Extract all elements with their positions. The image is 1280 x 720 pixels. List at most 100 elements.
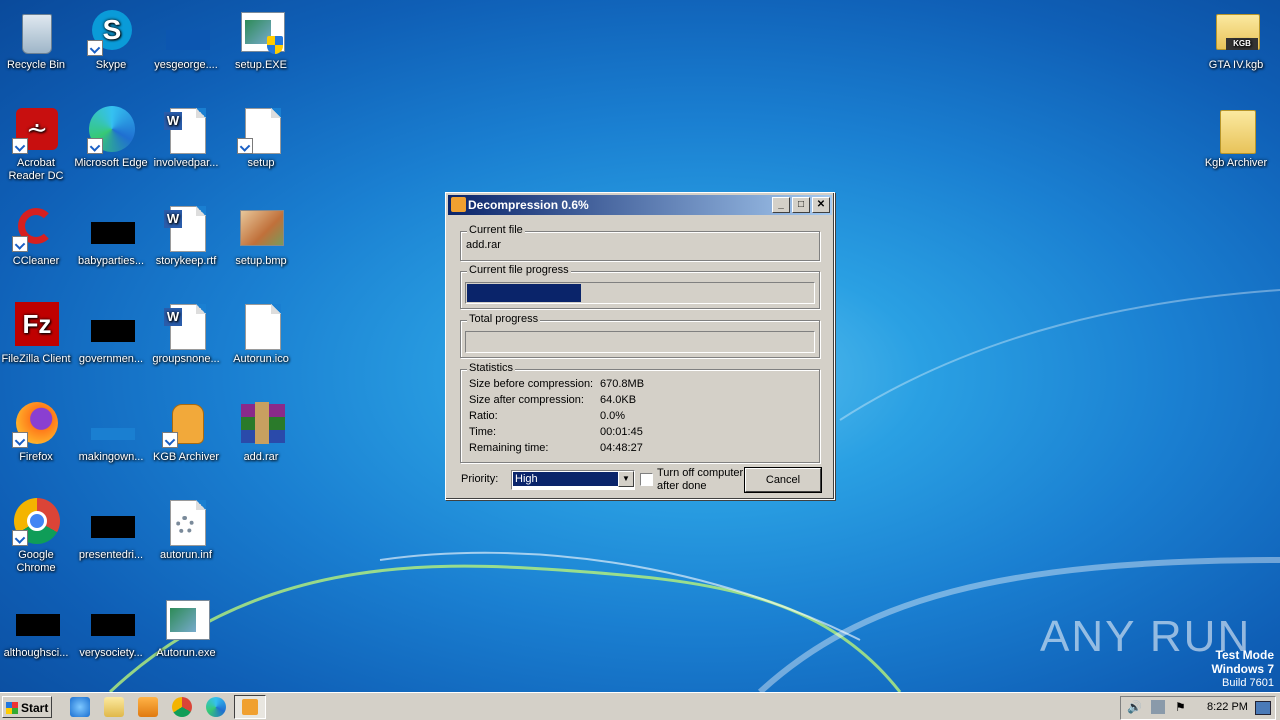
desktop-icon-ccleaner[interactable]: CCleaner bbox=[0, 204, 74, 268]
stat-value: 04:48:27 bbox=[600, 442, 643, 454]
shutdown-label-line1: Turn off computer bbox=[657, 467, 744, 479]
desktop-icon-babyparties[interactable]: babyparties... bbox=[73, 204, 149, 268]
image-file-icon bbox=[237, 204, 285, 252]
desktop-icon-gta-kgb[interactable]: KGB GTA IV.kgb bbox=[1198, 8, 1274, 72]
system-tray: 🔊 ⚑ 8:22 PM bbox=[1120, 696, 1276, 720]
file-icon bbox=[87, 400, 135, 448]
desktop-icon-chrome[interactable]: Google Chrome bbox=[0, 498, 74, 575]
desktop-icon-acrobat[interactable]: ⩪ Acrobat Reader DC bbox=[0, 106, 74, 183]
desktop-icon-kgb-archiver-folder[interactable]: Kgb Archiver bbox=[1198, 106, 1274, 170]
desktop-icon-label: makingown... bbox=[78, 451, 144, 463]
file-icon bbox=[12, 596, 60, 644]
priority-select[interactable]: High ▼ bbox=[511, 470, 635, 490]
kgb-taskbar-button[interactable] bbox=[234, 695, 266, 719]
current-file-label: Current file bbox=[467, 224, 525, 236]
desktop-icon-storykeep[interactable]: W storykeep.rtf bbox=[148, 204, 224, 268]
show-desktop-icon[interactable] bbox=[1255, 701, 1271, 715]
desktop-icon-althoughsci[interactable]: althoughsci... bbox=[0, 596, 74, 660]
dialog-titlebar[interactable]: Decompression 0.6% _ □ ✕ bbox=[448, 195, 832, 215]
desktop-icon-kgb-archiver-shortcut[interactable]: KGB Archiver bbox=[148, 400, 224, 464]
desktop-icon-add-rar[interactable]: add.rar bbox=[223, 400, 299, 464]
desktop-icon-label: Recycle Bin bbox=[6, 59, 66, 71]
folder-icon bbox=[1212, 106, 1260, 154]
desktop-icon-label: Microsoft Edge bbox=[74, 157, 148, 169]
kgb-folder-icon: KGB bbox=[1212, 8, 1260, 56]
desktop-icon-governmen[interactable]: governmen... bbox=[73, 302, 149, 366]
action-center-flag-icon[interactable]: ⚑ bbox=[1175, 700, 1186, 714]
desktop-icon-setup[interactable]: setup bbox=[223, 106, 299, 170]
desktop-icon-involvedpar[interactable]: W involvedpar... bbox=[148, 106, 224, 170]
decompression-dialog: Decompression 0.6% _ □ ✕ Current file ad… bbox=[445, 192, 835, 500]
thumbs-up-icon bbox=[162, 400, 210, 448]
shutdown-label-line2: after done bbox=[657, 480, 707, 492]
desktop-icon-label: setup.bmp bbox=[235, 255, 287, 267]
desktop-icon-skype[interactable]: S Skype bbox=[73, 8, 149, 72]
desktop-icon-label: GTA IV.kgb bbox=[1208, 59, 1264, 71]
dialog-title: Decompression 0.6% bbox=[468, 198, 589, 212]
desktop-icon-presentedri[interactable]: presentedri... bbox=[73, 498, 149, 562]
current-file-group: Current file add.rar bbox=[460, 224, 820, 261]
start-button[interactable]: Start bbox=[2, 696, 52, 718]
chevron-down-icon[interactable]: ▼ bbox=[618, 471, 634, 487]
file-explorer-icon[interactable] bbox=[104, 697, 124, 717]
file-icon bbox=[87, 204, 135, 252]
file-icon bbox=[87, 596, 135, 644]
stat-value: 0.0% bbox=[600, 410, 626, 422]
desktop-icon-setup-exe[interactable]: setup.EXE bbox=[223, 8, 299, 72]
volume-icon[interactable]: 🔊 bbox=[1127, 700, 1142, 714]
word-document-icon: W bbox=[162, 204, 210, 252]
current-progress-fill bbox=[467, 284, 581, 302]
start-label: Start bbox=[21, 701, 49, 715]
kgb-app-icon bbox=[451, 197, 466, 212]
os-label: Windows 7 bbox=[1211, 662, 1274, 676]
chrome-icon bbox=[12, 498, 60, 546]
desktop-icon-label: Skype bbox=[95, 59, 127, 71]
kgb-app-icon bbox=[242, 699, 258, 715]
desktop-icon-recycle-bin[interactable]: Recycle Bin bbox=[0, 8, 74, 72]
maximize-button[interactable]: □ bbox=[792, 197, 810, 213]
desktop-icon-autorun-ico[interactable]: Autorun.ico bbox=[223, 302, 299, 366]
current-file-progress-bar bbox=[465, 282, 815, 304]
desktop-icon-autorun-inf[interactable]: autorun.inf bbox=[148, 498, 224, 562]
stat-label: Size after compression: bbox=[469, 394, 584, 406]
desktop-icon-label: governmen... bbox=[78, 353, 144, 365]
shutdown-checkbox[interactable] bbox=[640, 473, 653, 486]
network-icon[interactable] bbox=[1151, 700, 1165, 714]
shutdown-label: Turn off computer after done bbox=[657, 467, 743, 493]
clock[interactable]: 8:22 PM bbox=[1207, 701, 1248, 713]
close-button[interactable]: ✕ bbox=[812, 197, 830, 213]
skype-icon: S bbox=[87, 8, 135, 56]
edge-taskbar-icon[interactable] bbox=[206, 697, 226, 717]
total-progress-bar bbox=[465, 331, 815, 353]
cancel-button[interactable]: Cancel bbox=[745, 468, 821, 492]
application-window-icon bbox=[162, 596, 210, 644]
desktop-icon-autorun-exe[interactable]: Autorun.exe bbox=[148, 596, 224, 660]
recycle-bin-icon bbox=[12, 8, 60, 56]
chrome-taskbar-icon[interactable] bbox=[172, 697, 192, 717]
media-player-icon[interactable] bbox=[138, 697, 158, 717]
minimize-button[interactable]: _ bbox=[772, 197, 790, 213]
desktop-icon-label: add.rar bbox=[243, 451, 279, 463]
stat-value: 64.0KB bbox=[600, 394, 637, 406]
desktop-icon-label: KGB Archiver bbox=[152, 451, 220, 463]
desktop-icon-makingown[interactable]: makingown... bbox=[73, 400, 149, 464]
firefox-icon bbox=[12, 400, 60, 448]
desktop-icon-firefox[interactable]: Firefox bbox=[0, 400, 74, 464]
desktop-icon-groupsnone[interactable]: W groupsnone... bbox=[148, 302, 224, 366]
desktop-icon-setup-bmp[interactable]: setup.bmp bbox=[223, 204, 299, 268]
desktop-icon-filezilla[interactable]: Fz FileZilla Client bbox=[0, 302, 74, 366]
stat-label: Remaining time: bbox=[469, 442, 549, 454]
internet-explorer-icon[interactable] bbox=[70, 697, 90, 717]
desktop-icon-label: groupsnone... bbox=[152, 353, 220, 365]
desktop-icon-edge[interactable]: Microsoft Edge bbox=[73, 106, 149, 170]
stat-label: Size before compression: bbox=[469, 378, 594, 390]
current-file-progress-group: Current file progress bbox=[460, 264, 820, 309]
statistics-label: Statistics bbox=[467, 362, 516, 374]
desktop-icon-yesgeorge[interactable]: yesgeorge.... bbox=[148, 8, 224, 72]
ccleaner-icon bbox=[12, 204, 60, 252]
settings-file-icon bbox=[162, 498, 210, 546]
desktop-icon-verysociety[interactable]: verysociety... bbox=[73, 596, 149, 660]
desktop-icon-label: setup.EXE bbox=[235, 59, 287, 71]
desktop-icon-label: autorun.inf bbox=[160, 549, 212, 561]
desktop-icon-label: setup bbox=[247, 157, 275, 169]
